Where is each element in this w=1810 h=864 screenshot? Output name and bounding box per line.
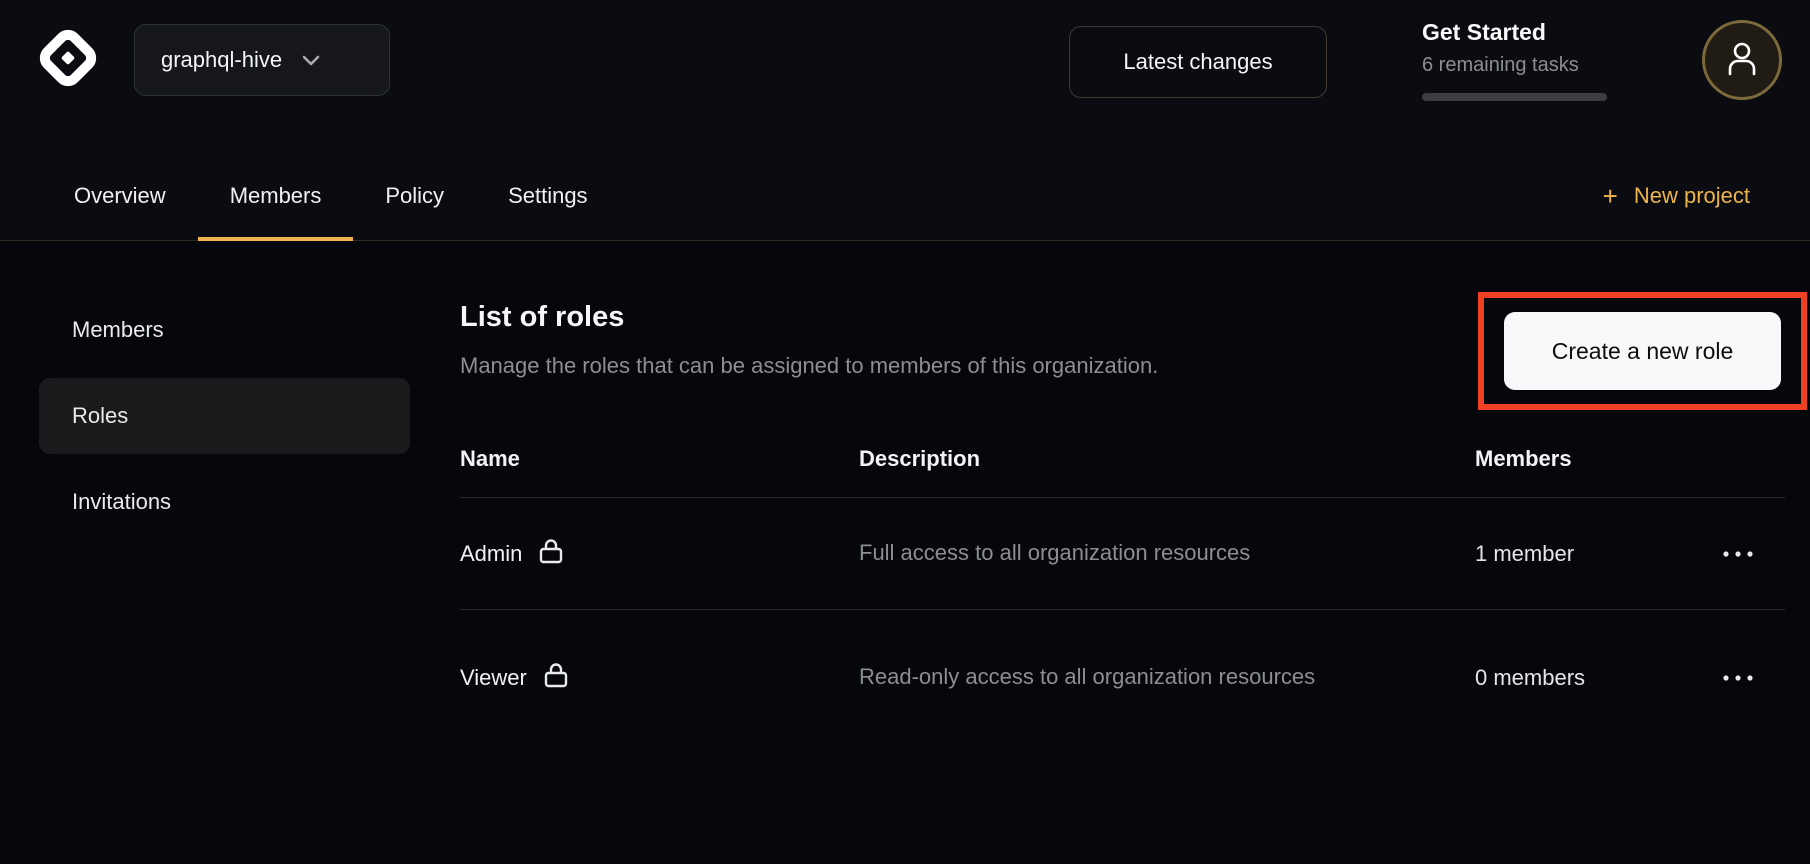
role-description: Read-only access to all organization res… [859,656,1329,699]
tab-policy[interactable]: Policy [353,150,476,241]
role-name: Admin [460,541,522,567]
row-actions-menu-button[interactable] [1714,541,1762,567]
create-new-role-button[interactable]: Create a new role [1504,312,1781,390]
get-started-title: Get Started [1422,18,1612,48]
tab-overview[interactable]: Overview [42,150,198,241]
table-row-viewer: Viewer Read-only access to all organizat… [460,610,1785,745]
lock-icon [538,537,564,571]
hive-logo-icon [36,26,100,90]
top-bar: graphql-hive Latest changes Get Started … [0,0,1810,241]
tab-settings[interactable]: Settings [476,150,620,241]
members-sidebar: Members Roles Invitations [39,292,410,550]
lock-icon [543,661,569,695]
org-tab-bar: Overview Members Policy Settings [42,150,620,241]
column-header-members: Members [1475,446,1690,472]
get-started-widget[interactable]: Get Started 6 remaining tasks [1422,18,1612,101]
tab-members[interactable]: Members [198,150,354,241]
sidebar-item-roles[interactable]: Roles [39,378,410,454]
user-icon [1725,40,1759,81]
sidebar-item-members[interactable]: Members [39,292,410,368]
user-avatar-button[interactable] [1702,20,1782,100]
get-started-progressbar [1422,93,1607,101]
annotation-highlight-box: Create a new role [1478,292,1807,410]
latest-changes-button[interactable]: Latest changes [1069,26,1327,98]
ellipsis-icon [1720,673,1756,683]
row-actions-menu-button[interactable] [1714,665,1762,691]
role-members-count: 1 member [1475,541,1690,567]
role-name: Viewer [460,665,527,691]
column-header-description: Description [859,446,1475,472]
plus-icon: + [1603,183,1618,209]
org-selector[interactable]: graphql-hive [134,24,390,96]
new-project-button[interactable]: + New project [1603,150,1750,241]
org-selector-label: graphql-hive [161,47,282,73]
role-members-count: 0 members [1475,665,1690,691]
chevron-down-icon [302,55,320,66]
roles-table: Name Description Members Admin Full acce… [460,420,1785,745]
role-description: Full access to all organization resource… [859,532,1329,575]
table-header-row: Name Description Members [460,420,1785,498]
new-project-label: New project [1634,183,1750,209]
get-started-subtitle: 6 remaining tasks [1422,54,1612,77]
column-header-name: Name [460,446,859,472]
table-row-admin: Admin Full access to all organization re… [460,498,1785,610]
sidebar-item-invitations[interactable]: Invitations [39,464,410,540]
ellipsis-icon [1720,549,1756,559]
